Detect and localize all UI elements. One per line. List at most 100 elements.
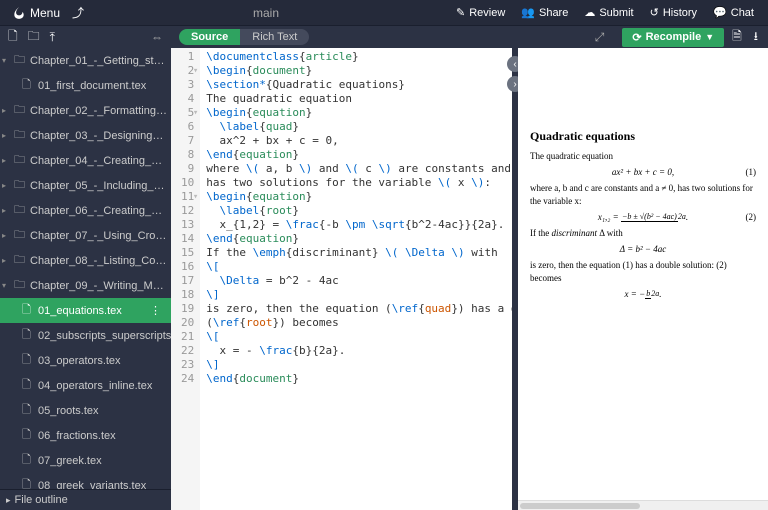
line-number: 4	[181, 92, 194, 106]
code-line[interactable]: \end{equation}	[206, 148, 506, 162]
folder-item[interactable]: ▸🗀Chapter_07_-_Using_Cross-References	[0, 223, 171, 248]
code-line[interactable]: \]	[206, 288, 506, 302]
line-number: 11▾	[181, 190, 194, 204]
file-icon: 🗋	[22, 76, 33, 95]
code-line[interactable]: has two solutions for the variable \( x …	[206, 176, 506, 190]
code-line[interactable]: \section*{Quadratic equations}	[206, 78, 506, 92]
file-item[interactable]: 🗋04_operators_inline.tex	[0, 373, 171, 398]
code-line[interactable]: \label{root}	[206, 204, 506, 218]
overleaf-icon	[12, 6, 26, 20]
submit-button[interactable]: ☁Submit	[576, 3, 641, 22]
folder-label: Chapter_03_-_Designing_Pages	[30, 130, 167, 142]
preview-equation: ax² + bx + c = 0, (1)	[530, 166, 756, 178]
line-number: 12	[181, 204, 194, 218]
chat-label: Chat	[731, 7, 754, 19]
file-outline-toggle[interactable]: ▸ File outline	[0, 489, 171, 510]
tab-source[interactable]: Source	[179, 29, 240, 45]
chat-button[interactable]: 💬Chat	[705, 3, 762, 22]
chevron-down-icon: ▼	[705, 32, 714, 42]
fold-icon[interactable]: ▾	[193, 106, 198, 120]
menu-button[interactable]: Menu	[6, 3, 66, 23]
upload-icon[interactable]: ⤒	[46, 28, 59, 47]
line-number: 21	[181, 330, 194, 344]
line-number: 22	[181, 344, 194, 358]
code-body[interactable]: \documentclass{article}\begin{document}\…	[200, 48, 512, 510]
new-folder-icon[interactable]: 🗀	[24, 25, 44, 50]
folder-item[interactable]: ▸🗀Chapter_06_-_Creating_Tables	[0, 198, 171, 223]
sidebar-toolbar: 🗋 🗀 ⤒ ⇔	[0, 26, 171, 48]
file-item[interactable]: 🗋03_operators.tex	[0, 348, 171, 373]
code-line[interactable]: \label{quad}	[206, 120, 506, 134]
folder-item[interactable]: ▾🗀Chapter_09_-_Writing_Math_Formulas	[0, 273, 171, 298]
code-editor[interactable]: 12▾345▾67891011▾121314151617181920212223…	[171, 48, 512, 510]
file-menu-icon[interactable]: ⋮	[150, 304, 167, 317]
file-item[interactable]: 🗋01_first_document.tex	[0, 73, 171, 98]
code-line[interactable]: \begin{document}	[206, 64, 506, 78]
folder-icon: 🗀	[14, 101, 26, 120]
preview-para: is zero, then the equation (1) has a dou…	[530, 259, 756, 283]
up-icon[interactable]: ⤴	[72, 4, 84, 21]
new-file-icon[interactable]: 🗋	[4, 25, 22, 50]
code-line[interactable]: The quadratic equation	[206, 92, 506, 106]
tab-richtext[interactable]: Rich Text	[240, 29, 309, 45]
line-number: 3	[181, 78, 194, 92]
file-item[interactable]: 🗋07_greek.tex	[0, 448, 171, 473]
code-line[interactable]: \end{document}	[206, 372, 506, 386]
code-line[interactable]: (\ref{root}) becomes	[206, 316, 506, 330]
history-icon: ↺	[650, 6, 659, 19]
folder-icon: 🗀	[14, 176, 26, 195]
expand-editor-icon[interactable]: ⤢	[591, 28, 609, 47]
file-item[interactable]: 🗋06_fractions.tex	[0, 423, 171, 448]
code-line[interactable]: \begin{equation}	[206, 106, 506, 120]
code-line[interactable]: \[	[206, 330, 506, 344]
scrollbar-thumb[interactable]	[520, 503, 640, 509]
folder-item[interactable]: ▸🗀Chapter_08_-_Listing_Contents_and_R…	[0, 248, 171, 273]
file-item[interactable]: 🗋02_subscripts_superscripts.tex	[0, 323, 171, 348]
code-line[interactable]: where \( a, b \) and \( c \) are constan…	[206, 162, 506, 176]
recompile-button[interactable]: ⟳ Recompile ▼	[622, 28, 724, 47]
file-item[interactable]: 🗋08_greek_variants.tex	[0, 473, 171, 489]
fold-icon[interactable]: ▾	[193, 190, 198, 204]
project-title: main	[84, 6, 448, 20]
folder-label: Chapter_07_-_Using_Cross-References	[30, 230, 167, 242]
history-button[interactable]: ↺History	[642, 3, 705, 22]
recompile-label: Recompile	[646, 31, 702, 43]
line-number: 9	[181, 162, 194, 176]
code-line[interactable]: If the \emph{discriminant} \( \Delta \) …	[206, 246, 506, 260]
code-line[interactable]: x = - \frac{b}{2a}.	[206, 344, 506, 358]
code-line[interactable]: \Delta = b^2 - 4ac	[206, 274, 506, 288]
share-icon: 👥	[521, 6, 535, 19]
line-number: 8	[181, 148, 194, 162]
file-tree: ▾🗀Chapter_01_-_Getting_started_with_L…🗋0…	[0, 48, 171, 489]
line-number: 7	[181, 134, 194, 148]
caret-right-icon: ▸	[2, 156, 10, 165]
folder-item[interactable]: ▾🗀Chapter_01_-_Getting_started_with_L…	[0, 48, 171, 73]
logs-icon[interactable]: 🗎	[728, 25, 746, 50]
folder-label: Chapter_05_-_Including_Images	[30, 180, 167, 192]
folder-item[interactable]: ▸🗀Chapter_04_-_Creating_Lists	[0, 148, 171, 173]
folder-item[interactable]: ▸🗀Chapter_03_-_Designing_Pages	[0, 123, 171, 148]
review-button[interactable]: ✎Review	[448, 3, 513, 22]
code-line[interactable]: ax^2 + bx + c = 0,	[206, 134, 506, 148]
file-item[interactable]: 🗋01_equations.tex⋮	[0, 298, 171, 323]
download-icon[interactable]: ⭳	[750, 25, 762, 50]
code-line[interactable]: \[	[206, 260, 506, 274]
folder-item[interactable]: ▸🗀Chapter_02_-_Formatting_Text_and_C…	[0, 98, 171, 123]
share-button[interactable]: 👥Share	[513, 3, 576, 22]
code-line[interactable]: \]	[206, 358, 506, 372]
preview-scrollbar-horizontal[interactable]	[518, 500, 768, 510]
file-item[interactable]: 🗋05_roots.tex	[0, 398, 171, 423]
code-line[interactable]: is zero, then the equation (\ref{quad}) …	[206, 302, 506, 316]
file-icon: 🗋	[22, 326, 33, 345]
code-line[interactable]: x_{1,2} = \frac{-b \pm \sqrt{b^2-4ac}}{2…	[206, 218, 506, 232]
folder-icon: 🗀	[14, 126, 26, 145]
line-number: 18	[181, 288, 194, 302]
topbar: Menu ⤴ main ✎Review👥Share☁Submit↺History…	[0, 0, 768, 26]
code-line[interactable]: \documentclass{article}	[206, 50, 506, 64]
folder-icon: 🗀	[14, 51, 26, 70]
code-line[interactable]: \end{equation}	[206, 232, 506, 246]
collapse-sidebar-icon[interactable]: ⇔	[147, 28, 167, 46]
code-line[interactable]: \begin{equation}	[206, 190, 506, 204]
fold-icon[interactable]: ▾	[193, 64, 198, 78]
folder-item[interactable]: ▸🗀Chapter_05_-_Including_Images	[0, 173, 171, 198]
